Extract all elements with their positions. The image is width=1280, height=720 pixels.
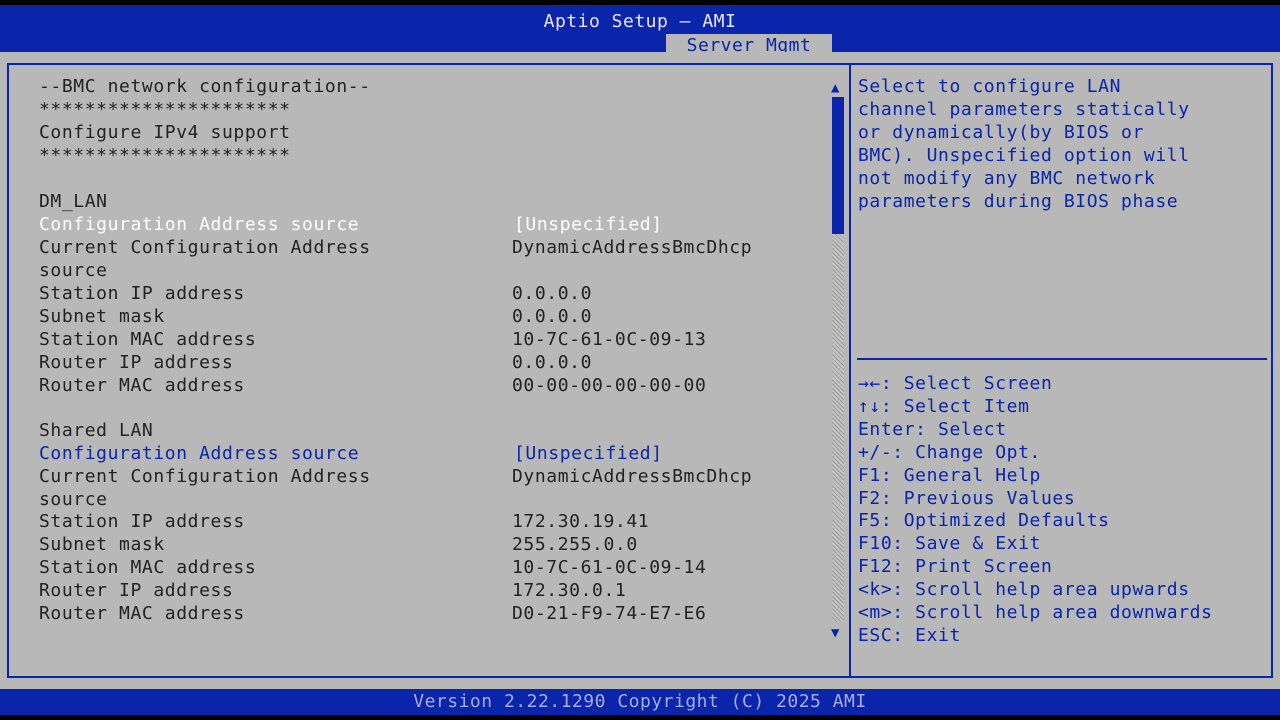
dm-lan-current-config-value: DynamicAddressBmcDhcp (512, 237, 753, 258)
shared-lan-current-config-label-cont: source (39, 489, 108, 510)
dm-lan-router-ip-label: Router IP address (39, 352, 234, 373)
shared-lan-router-ip-value: 172.30.0.1 (512, 580, 627, 601)
shared-lan-config-source-value[interactable]: [Unspecified] (514, 442, 663, 465)
dm-lan-current-config-label-cont: source (39, 260, 108, 281)
dm-lan-config-source-label[interactable]: Configuration Address source (39, 213, 359, 236)
dm-lan-station-mac-value: 10-7C-61-0C-09-13 (512, 329, 707, 350)
help-text-line: BMC). Unspecified option will (858, 145, 1190, 166)
help-text-line: parameters during BIOS phase (858, 191, 1179, 212)
shared-lan-current-config-label: Current Configuration Address (39, 466, 371, 487)
dm-lan-current-config-label: Current Configuration Address (39, 237, 371, 258)
shared-lan-config-source-label[interactable]: Configuration Address source (39, 442, 359, 465)
dm-lan-subnet-label: Subnet mask (39, 306, 165, 327)
stars-top: ********************** (39, 99, 291, 120)
dm-lan-subnet-value: 0.0.0.0 (512, 306, 593, 327)
key-help-enter: Enter: Select (858, 419, 1007, 440)
shared-lan-station-ip-value: 172.30.19.41 (512, 511, 650, 532)
key-help-f5: F5: Optimized Defaults (858, 510, 1110, 531)
key-help-f1: F1: General Help (858, 465, 1041, 486)
dm-lan-router-mac-value: 00-00-00-00-00-00 (512, 375, 707, 396)
scrollbar-thumb[interactable] (832, 97, 844, 234)
help-divider (857, 358, 1267, 360)
key-help-select-screen: →←: Select Screen (858, 373, 1053, 394)
dm-lan-station-ip-value: 0.0.0.0 (512, 283, 593, 304)
shared-lan-station-mac-label: Station MAC address (39, 557, 257, 578)
key-help-f12: F12: Print Screen (858, 556, 1053, 577)
dm-lan-router-ip-value: 0.0.0.0 (512, 352, 593, 373)
footer-version: Version 2.22.1290 Copyright (C) 2025 AMI (0, 689, 1280, 715)
help-text-line: channel parameters statically (858, 99, 1190, 120)
shared-lan-router-ip-label: Router IP address (39, 580, 234, 601)
dm-lan-title: DM_LAN (39, 191, 108, 212)
shared-lan-subnet-label: Subnet mask (39, 534, 165, 555)
key-help-f2: F2: Previous Values (858, 488, 1076, 509)
key-help-esc: ESC: Exit (858, 625, 961, 646)
key-help-scroll-up: <k>: Scroll help area upwards (858, 579, 1190, 600)
dm-lan-station-mac-label: Station MAC address (39, 329, 257, 350)
stars-bottom: ********************** (39, 145, 291, 166)
scroll-down-arrow-icon[interactable]: ▼ (831, 626, 839, 640)
title-bar: Aptio Setup – AMI Server Mgmt (0, 5, 1280, 57)
dm-lan-router-mac-label: Router MAC address (39, 375, 245, 396)
shared-lan-station-ip-label: Station IP address (39, 511, 245, 532)
key-help-scroll-down: <m>: Scroll help area downwards (858, 602, 1213, 623)
dm-lan-config-source-value[interactable]: [Unspecified] (514, 213, 663, 236)
ipv4-label: Configure IPv4 support (39, 122, 291, 143)
section-header: --BMC network configuration-- (39, 76, 371, 97)
key-help-change-opt: +/-: Change Opt. (858, 442, 1041, 463)
help-text-line: not modify any BMC network (858, 168, 1156, 189)
app-title: Aptio Setup – AMI (543, 11, 737, 32)
dm-lan-station-ip-label: Station IP address (39, 283, 245, 304)
shared-lan-station-mac-value: 10-7C-61-0C-09-14 (512, 557, 707, 578)
help-text-line: or dynamically(by BIOS or (858, 122, 1144, 143)
key-help-select-item: ↑↓: Select Item (858, 396, 1030, 417)
shared-lan-router-mac-value: D0-21-F9-74-E7-E6 (512, 603, 707, 624)
shared-lan-current-config-value: DynamicAddressBmcDhcp (512, 466, 753, 487)
scroll-up-arrow-icon[interactable]: ▲ (831, 81, 839, 95)
shared-lan-title: Shared LAN (39, 420, 154, 441)
panel-divider (849, 63, 851, 678)
help-text-line: Select to configure LAN (858, 76, 1122, 97)
shared-lan-subnet-value: 255.255.0.0 (512, 534, 638, 555)
shared-lan-router-mac-label: Router MAC address (39, 603, 245, 624)
key-help-f10: F10: Save & Exit (858, 533, 1041, 554)
